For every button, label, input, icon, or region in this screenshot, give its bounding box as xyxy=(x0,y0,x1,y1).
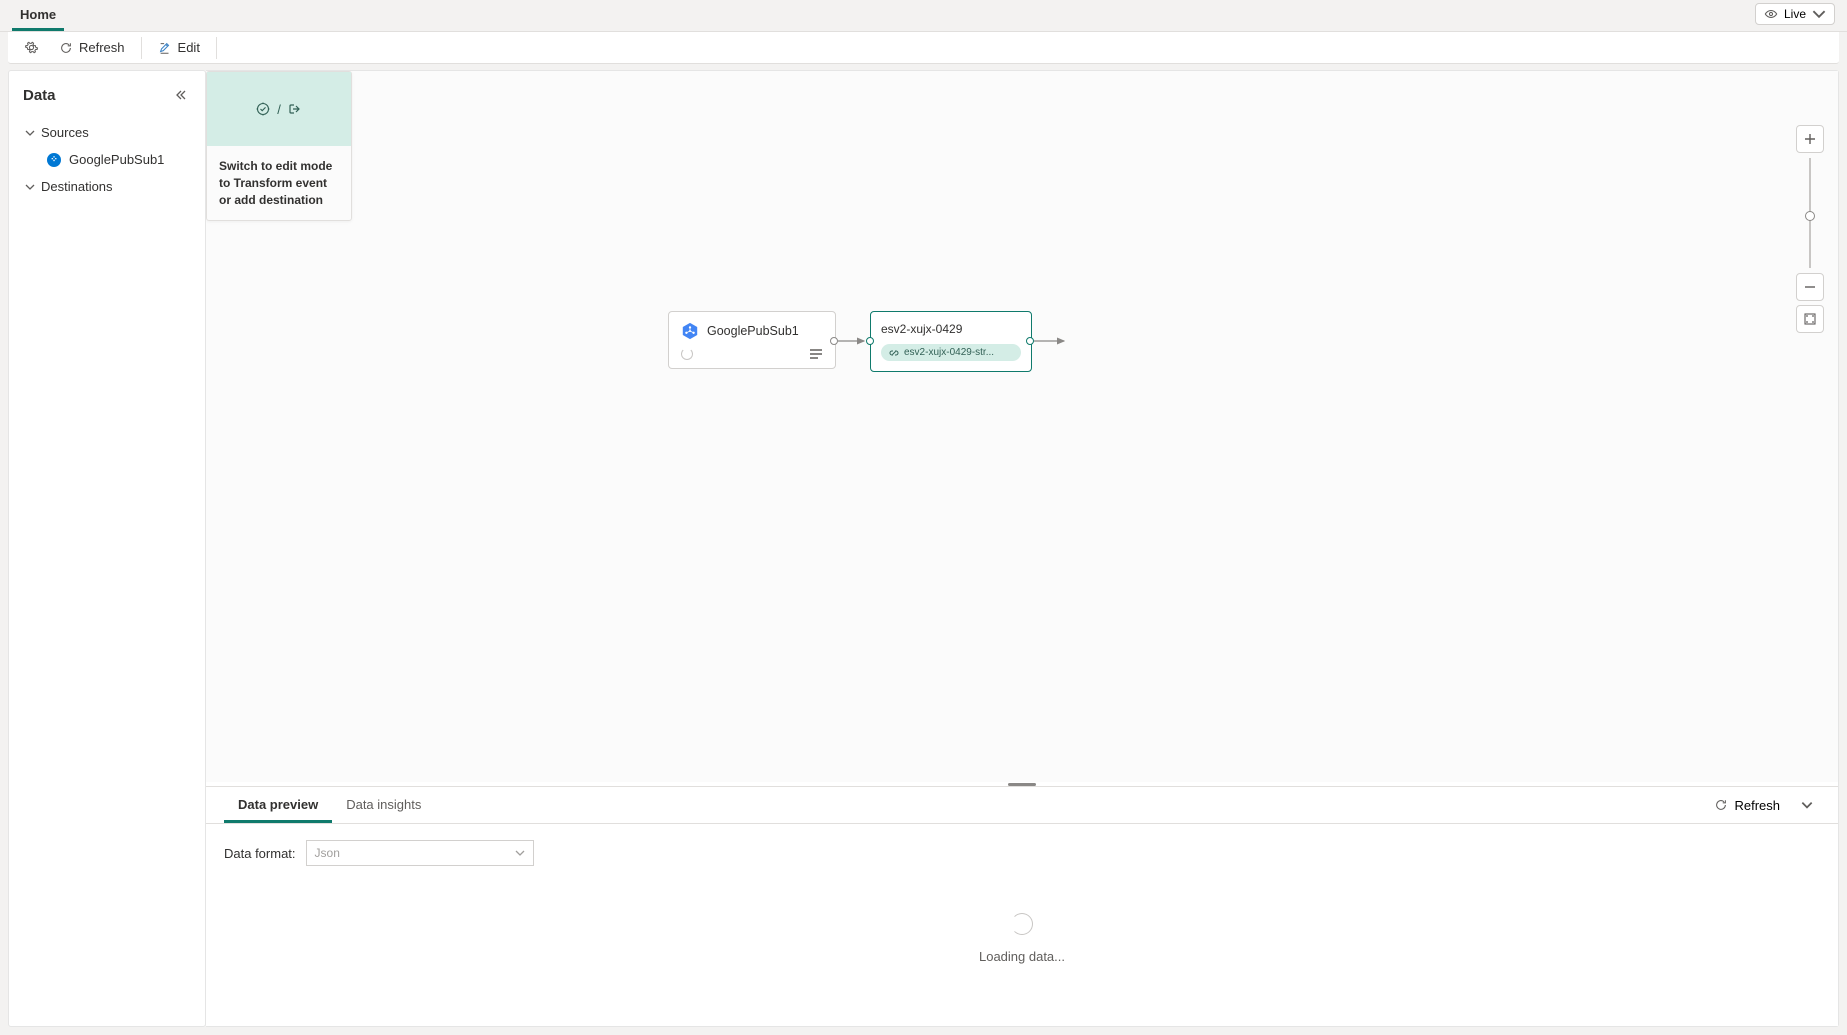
source-node-title: GooglePubSub1 xyxy=(707,324,799,338)
loading-spinner-icon xyxy=(1011,913,1033,935)
port-stream-in[interactable] xyxy=(866,337,874,345)
chevron-down-icon xyxy=(515,848,525,858)
stream-chip-label: esv2-xujx-0429-str... xyxy=(904,347,994,358)
fit-to-screen-button[interactable] xyxy=(1796,305,1824,333)
source-item-label: GooglePubSub1 xyxy=(69,152,164,167)
refresh-button[interactable]: Refresh xyxy=(49,36,135,59)
destinations-label: Destinations xyxy=(41,179,113,194)
gear-icon xyxy=(24,40,39,55)
toolbar: Refresh Edit xyxy=(8,32,1839,64)
eye-icon xyxy=(1764,7,1778,21)
flow-canvas[interactable]: GooglePubSub1 esv2-xujx-0429 esv2-xujx-0… xyxy=(206,71,1838,782)
loading-text: Loading data... xyxy=(979,949,1065,964)
data-sidebar: Data Sources ⁘ GooglePubSub1 Destination… xyxy=(8,70,206,1027)
flow-node-stream[interactable]: esv2-xujx-0429 esv2-xujx-0429-str... xyxy=(870,311,1032,372)
stream-node-title: esv2-xujx-0429 xyxy=(881,322,1021,336)
tab-home[interactable]: Home xyxy=(12,1,64,31)
toolbar-separator xyxy=(141,37,142,59)
transform-icon xyxy=(255,101,271,117)
tab-data-preview[interactable]: Data preview xyxy=(224,787,332,823)
sidebar-item-source[interactable]: ⁘ GooglePubSub1 xyxy=(15,146,199,173)
sidebar-title: Data xyxy=(23,87,56,104)
settings-button[interactable] xyxy=(18,36,45,59)
loading-spinner-icon xyxy=(681,348,693,360)
flow-node-source[interactable]: GooglePubSub1 xyxy=(668,311,836,369)
zoom-slider[interactable] xyxy=(1796,153,1824,273)
top-tab-bar: Home Live xyxy=(0,0,1847,32)
port-stream-out[interactable] xyxy=(1026,337,1034,345)
zoom-controls xyxy=(1796,125,1824,333)
chevron-down-icon xyxy=(25,128,35,138)
plus-icon xyxy=(1804,133,1816,145)
pubsub-icon xyxy=(681,322,699,340)
refresh-icon xyxy=(1714,798,1728,812)
fit-icon xyxy=(1803,312,1817,326)
link-icon xyxy=(889,348,899,358)
chevron-down-icon xyxy=(25,182,35,192)
pubsub-icon: ⁘ xyxy=(47,153,61,167)
live-label: Live xyxy=(1784,7,1806,21)
zoom-out-button[interactable] xyxy=(1796,273,1824,301)
edit-label: Edit xyxy=(178,40,200,55)
bottom-panel: Data preview Data insights Refresh xyxy=(206,786,1838,1026)
collapse-panel-button[interactable] xyxy=(1794,792,1820,818)
sources-label: Sources xyxy=(41,125,89,140)
flow-node-destination-hint[interactable]: / Switch to edit mode to Transform event… xyxy=(206,71,352,221)
refresh-label: Refresh xyxy=(79,40,125,55)
destination-hint-text: Switch to edit mode to Transform event o… xyxy=(207,146,351,220)
zoom-in-button[interactable] xyxy=(1796,125,1824,153)
separator-text: / xyxy=(277,102,281,117)
chevron-double-left-icon xyxy=(175,89,187,101)
sidebar-group-sources[interactable]: Sources xyxy=(15,119,199,146)
stream-chip[interactable]: esv2-xujx-0429-str... xyxy=(881,344,1021,361)
refresh-icon xyxy=(59,41,73,55)
data-format-select[interactable]: Json xyxy=(306,840,534,866)
menu-icon[interactable] xyxy=(809,349,823,359)
zoom-thumb[interactable] xyxy=(1805,211,1815,221)
edit-button[interactable]: Edit xyxy=(148,36,210,59)
minus-icon xyxy=(1804,281,1816,293)
data-format-label: Data format: xyxy=(224,846,296,861)
tab-data-insights[interactable]: Data insights xyxy=(332,787,435,823)
chevron-down-icon xyxy=(1800,798,1814,812)
collapse-sidebar-button[interactable] xyxy=(171,85,191,105)
chevron-down-icon xyxy=(1812,7,1826,21)
live-mode-button[interactable]: Live xyxy=(1755,3,1835,25)
edit-icon xyxy=(158,41,172,55)
data-format-value: Json xyxy=(315,846,340,860)
preview-refresh-button[interactable]: Refresh xyxy=(1710,794,1784,817)
sidebar-group-destinations[interactable]: Destinations xyxy=(15,173,199,200)
toolbar-separator xyxy=(216,37,217,59)
preview-refresh-label: Refresh xyxy=(1734,798,1780,813)
output-icon xyxy=(287,101,303,117)
port-source-out[interactable] xyxy=(830,337,838,345)
